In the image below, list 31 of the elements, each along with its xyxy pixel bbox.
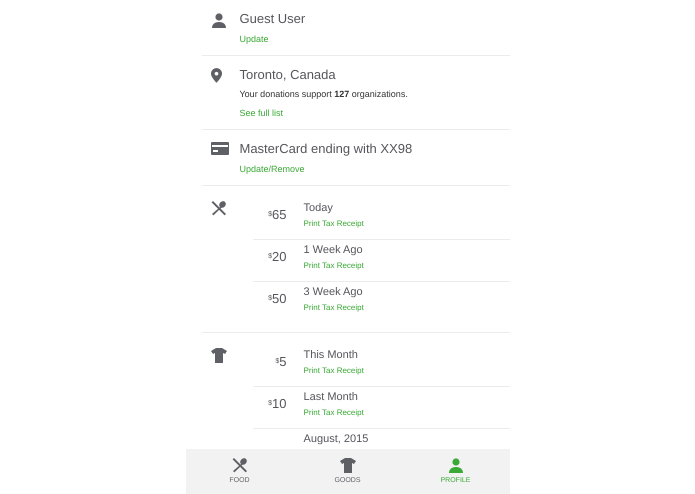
user-name: Guest User bbox=[240, 10, 306, 27]
print-tax-receipt-link[interactable]: Print Tax Receipt bbox=[304, 260, 364, 271]
print-tax-receipt-link[interactable]: Print Tax Receipt bbox=[304, 302, 364, 313]
donation-date: 1 Week Ago bbox=[304, 243, 364, 257]
donation-date: 3 Week Ago bbox=[304, 285, 364, 299]
location-name: Toronto, Canada bbox=[240, 66, 337, 83]
fork-and-spoon-icon bbox=[210, 200, 226, 216]
donation-date: August, 2015 bbox=[304, 432, 368, 446]
user-icon bbox=[210, 12, 226, 28]
donation-summary: Your donations support 127 organizations. bbox=[240, 88, 408, 101]
fork-and-spoon-icon bbox=[232, 456, 248, 473]
print-tax-receipt-link[interactable]: Print Tax Receipt bbox=[304, 365, 364, 376]
credit-card-icon bbox=[210, 142, 228, 155]
card-description: MasterCard ending with XX98 bbox=[240, 140, 412, 157]
t-shirt-icon bbox=[340, 456, 356, 473]
donation-date: This Month bbox=[304, 348, 359, 362]
user-icon bbox=[448, 456, 464, 473]
update-link[interactable]: Update bbox=[240, 33, 306, 45]
donation-amount: $^{$}$65 bbox=[268, 207, 286, 223]
donation-date: Last Month bbox=[304, 390, 359, 404]
donation-date: Today bbox=[304, 201, 334, 215]
print-tax-receipt-link[interactable]: Print Tax Receipt bbox=[304, 218, 364, 229]
update-remove-link[interactable]: Update/Remove bbox=[240, 163, 412, 175]
donation-amount: $^{$}$50 bbox=[268, 291, 286, 307]
see-full-list-link[interactable]: See full list bbox=[240, 107, 408, 119]
donation-amount: $^{$}$10 bbox=[268, 396, 286, 412]
donation-amount: $^{$}$20 bbox=[268, 249, 286, 265]
t-shirt-icon bbox=[210, 347, 226, 363]
location-pin-icon bbox=[210, 68, 222, 83]
print-tax-receipt-link[interactable]: Print Tax Receipt bbox=[304, 407, 364, 418]
donation-amount: $^{$}$5 bbox=[275, 354, 286, 370]
